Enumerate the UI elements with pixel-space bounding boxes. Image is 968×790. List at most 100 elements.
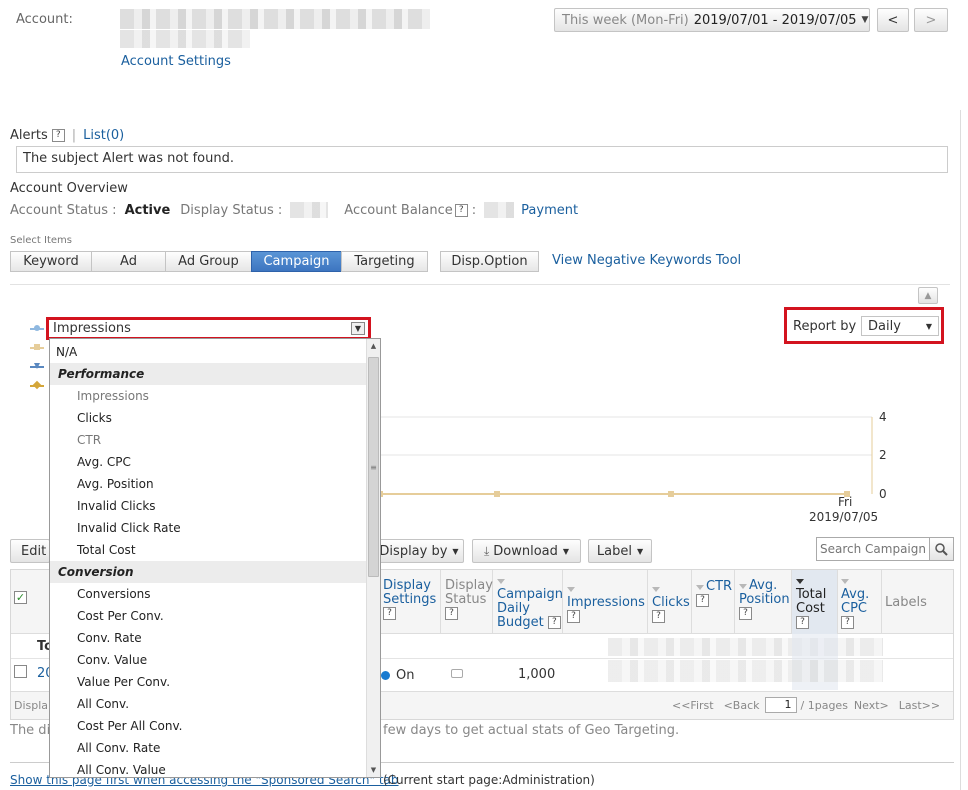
data-point <box>668 491 674 497</box>
download-button[interactable]: ⤓ Download ▼ <box>472 539 581 563</box>
sort-arrow-icon <box>497 579 505 584</box>
col-total-cost[interactable]: Total Cost ? <box>792 570 838 634</box>
col-avg-position[interactable]: Avg. Position ? <box>735 570 792 634</box>
dropdown-option[interactable]: Conv. Value <box>50 649 368 671</box>
dropdown-group-header: Conversion <box>50 561 368 583</box>
download-label: Download <box>493 543 558 559</box>
tab-ad[interactable]: Ad <box>91 251 166 272</box>
help-icon[interactable]: ? <box>445 607 458 620</box>
balance-colon: : <box>471 202 477 218</box>
collapse-chart-button[interactable]: ▲ <box>918 287 938 304</box>
display-status-blurred <box>290 202 329 218</box>
legend-line-2 <box>30 344 44 350</box>
current-start-page: (Current start page:Administration) <box>383 773 595 787</box>
col-impressions[interactable]: Impressions ? <box>563 570 648 634</box>
account-status-value: Active <box>124 202 171 218</box>
help-icon[interactable]: ? <box>652 610 665 623</box>
dropdown-option[interactable]: All Conv. Value <box>50 759 368 777</box>
legend-marker-square <box>34 344 40 350</box>
row-checkbox[interactable] <box>14 665 27 678</box>
help-icon[interactable]: ? <box>696 594 709 607</box>
separator: | <box>71 128 77 143</box>
dropdown-option[interactable]: Cost Per All Conv. <box>50 715 368 737</box>
col-campaign-daily-budget[interactable]: Campaign Daily Budget ? <box>493 570 563 634</box>
dropdown-option[interactable]: Avg. CPC <box>50 451 368 473</box>
col-clicks[interactable]: Clicks ? <box>648 570 692 634</box>
col-avg-cpc-label: Avg. CPC <box>841 587 870 616</box>
help-icon[interactable]: ? <box>841 616 854 629</box>
display-setting-toggle[interactable]: On <box>381 668 414 683</box>
help-icon[interactable]: ? <box>383 607 396 620</box>
next-period-button[interactable]: > <box>914 8 948 32</box>
edit-button[interactable]: Edit <box>10 539 50 563</box>
dropdown-scrollbar[interactable]: ▲ ≡ ▼ <box>366 339 380 777</box>
disp-option-button[interactable]: Disp.Option <box>440 251 539 272</box>
tab-ad-group[interactable]: Ad Group <box>165 251 252 272</box>
dropdown-option[interactable]: Invalid Clicks <box>50 495 368 517</box>
caret-down-icon: ▼ <box>452 546 459 556</box>
tab-targeting[interactable]: Targeting <box>341 251 428 272</box>
data-point <box>494 491 500 497</box>
negative-keywords-tool-link[interactable]: View Negative Keywords Tool <box>552 253 741 268</box>
next-page-link[interactable]: Next> <box>854 699 889 712</box>
dropdown-option[interactable]: N/A <box>50 341 368 363</box>
col-labels: Labels <box>885 595 927 610</box>
account-settings-link[interactable]: Account Settings <box>121 54 231 69</box>
scroll-up-icon[interactable]: ▲ <box>367 339 380 353</box>
budget-value: 1,000 <box>518 667 556 682</box>
dropdown-option[interactable]: Cost Per Conv. <box>50 605 368 627</box>
col-total-cost-label: Total Cost <box>796 587 827 616</box>
dropdown-option[interactable]: CTR <box>50 429 368 451</box>
help-icon[interactable]: ? <box>567 610 580 623</box>
download-icon: ⤓ <box>483 543 490 558</box>
row-metrics-blurred <box>608 660 883 682</box>
dropdown-option[interactable]: Invalid Click Rate <box>50 517 368 539</box>
metric-select[interactable]: Impressions ▼ <box>49 320 368 337</box>
last-page-link[interactable]: Last>> <box>899 699 940 712</box>
dropdown-option[interactable]: Conv. Rate <box>50 627 368 649</box>
first-page-link[interactable]: <<First <box>672 699 714 712</box>
label-button[interactable]: Label ▼ <box>588 539 652 563</box>
col-ctr[interactable]: CTR ? <box>692 570 735 634</box>
dropdown-option[interactable]: Clicks <box>50 407 368 429</box>
display-by-button[interactable]: Display by ▼ <box>374 539 464 563</box>
dropdown-option[interactable]: Avg. Position <box>50 473 368 495</box>
report-by-select[interactable]: Daily ▼ <box>861 316 939 336</box>
payment-link[interactable]: Payment <box>521 203 578 218</box>
col-ctr-label: CTR <box>706 579 733 594</box>
dropdown-option[interactable]: Total Cost <box>50 539 368 561</box>
col-avg-position-label: Avg. Position <box>739 578 790 607</box>
help-icon[interactable]: ? <box>796 616 809 629</box>
tab-campaign[interactable]: Campaign <box>251 251 342 272</box>
col-display-status[interactable]: Display Status ? <box>441 570 493 634</box>
col-avg-cpc[interactable]: Avg. CPC ? <box>838 570 882 634</box>
help-icon[interactable]: ? <box>51 129 65 142</box>
dropdown-option[interactable]: All Conv. <box>50 693 368 715</box>
help-icon[interactable]: ? <box>547 616 561 629</box>
scrollbar-thumb[interactable]: ≡ <box>368 357 379 577</box>
page-number-input[interactable]: 1 <box>764 697 797 713</box>
sort-arrow-icon <box>696 585 704 590</box>
dropdown-option[interactable]: Value Per Conv. <box>50 671 368 693</box>
help-icon[interactable]: ? <box>454 203 468 217</box>
date-range-select[interactable]: This week (Mon-Fri) 2019/07/01 - 2019/07… <box>554 8 870 32</box>
balance-blurred <box>484 202 515 218</box>
metric-dropdown-list[interactable]: N/A Performance Impressions Clicks CTR Avg. C… <box>49 338 381 778</box>
legend-marker-triangle <box>34 363 40 369</box>
prev-period-button[interactable]: < <box>877 8 909 32</box>
search-button[interactable] <box>929 538 953 560</box>
scroll-down-icon[interactable]: ▼ <box>367 763 380 777</box>
dropdown-option[interactable]: Conversions <box>50 583 368 605</box>
pagination: <<First <Back 1 / 1pages Next> Last>> <box>672 697 940 713</box>
campaign-search-input[interactable] <box>817 538 929 560</box>
col-display-settings[interactable]: Display Settings ? <box>379 570 441 634</box>
tab-keyword[interactable]: Keyword <box>10 251 92 272</box>
select-all-checkbox[interactable]: ✓ <box>14 591 27 604</box>
alerts-list-link[interactable]: List(0) <box>83 128 124 143</box>
back-page-link[interactable]: <Back <box>724 699 760 712</box>
dropdown-option[interactable]: Impressions <box>50 385 368 407</box>
right-axis-tick-0: 0 <box>879 487 887 501</box>
help-icon[interactable]: ? <box>739 607 752 620</box>
date-range-value: 2019/07/01 - 2019/07/05 <box>693 12 857 28</box>
dropdown-option[interactable]: All Conv. Rate <box>50 737 368 759</box>
